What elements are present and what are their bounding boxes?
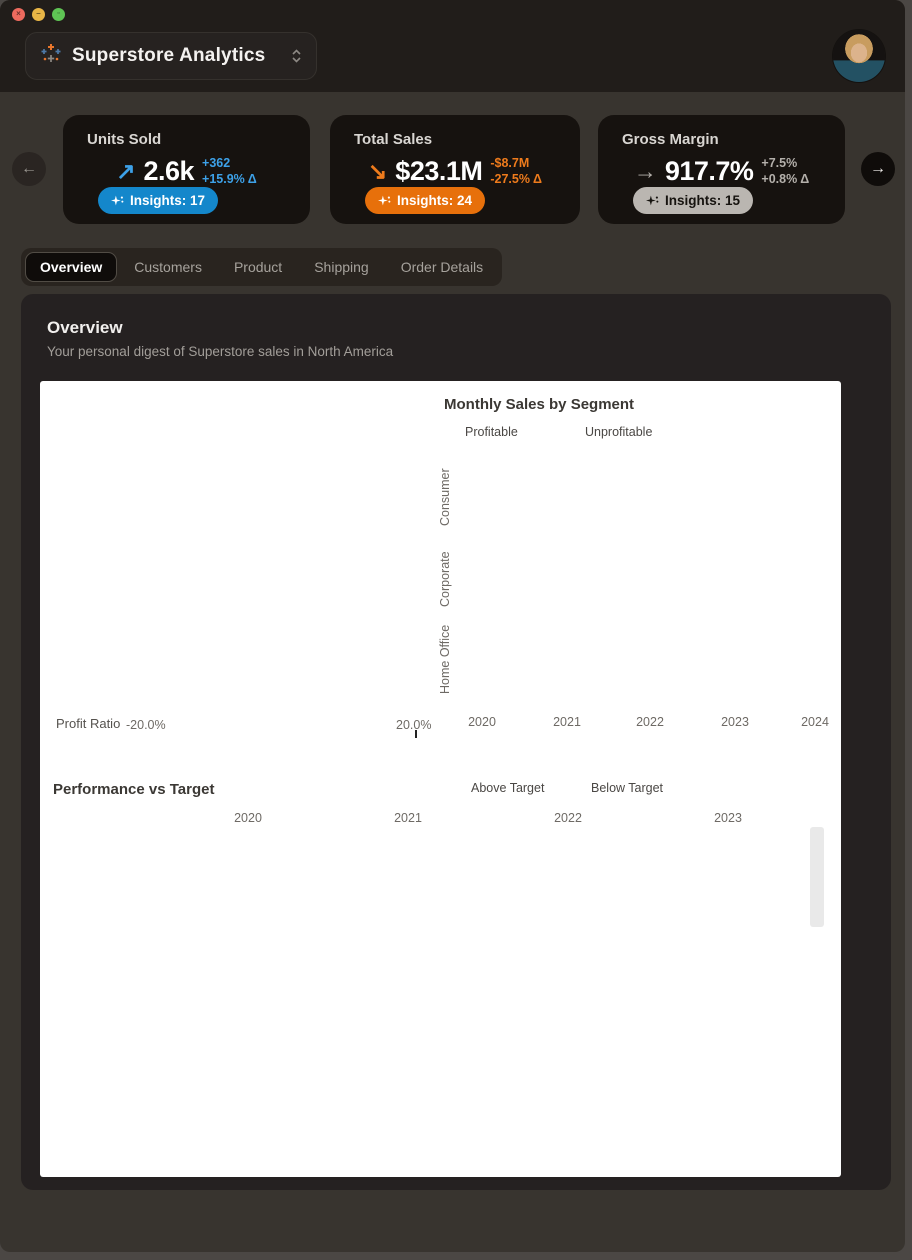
legend-label: Below Target [591,781,663,795]
below-target-swatch [570,781,584,795]
window-controls [12,8,65,21]
legend-unprofitable[interactable]: Unprofitable [564,425,652,439]
bullet-axis-labels [40,1147,841,1167]
chevron-updown-icon [291,48,302,64]
sparkle-icon [646,194,659,207]
x-tick-2024: 2024 [790,715,840,729]
x-tick-2023: 2023 [710,715,760,729]
color-gradient-bar[interactable] [173,715,392,733]
dashboard-canvas: Profit Ratio -20.0% 20.0% Monthly Sales … [40,381,841,1177]
bullet-chart-title: Performance vs Target [53,781,214,798]
legend-max-value: 20.0% [396,718,431,732]
legend-label: Profitable [465,425,518,439]
year-header-2021: 2021 [378,811,438,825]
profit-ratio-choropleth-map[interactable] [52,417,440,701]
insights-label: Insights: 15 [665,193,740,208]
kpi-delta-pct: -27.5% Δ [490,171,542,187]
tab-overview[interactable]: Overview [25,252,117,282]
sparkle-icon [378,194,391,207]
x-tick-2020: 2020 [457,715,507,729]
unprofitable-swatch [564,425,578,439]
avatar[interactable] [833,30,885,82]
above-target-swatch [450,781,464,795]
year-header-2022: 2022 [538,811,598,825]
kpi-title: Units Sold [87,131,161,148]
carousel-next-button[interactable]: → [861,152,895,186]
kpi-delta-pct: +0.8% Δ [761,171,809,187]
trend-down-icon: ↘ [368,160,387,183]
x-tick-2022: 2022 [625,715,675,729]
legend-above-target[interactable]: Above Target [450,781,544,795]
tableau-sparkle-logo-icon [40,43,62,70]
overview-panel: Overview Your personal digest of Superst… [21,294,891,1190]
kpi-value: 917.7% [665,156,754,187]
minimize-window-button[interactable] [32,8,45,21]
page-subtitle: Your personal digest of Superstore sales… [47,344,393,359]
kpi-card-gross-margin[interactable]: Gross Margin → 917.7% +7.5% +0.8% Δ Insi… [598,115,845,224]
row-label-home-office: Home Office [438,607,452,711]
kpi-card-units-sold[interactable]: Units Sold ↗ 2.6k +362 +15.9% Δ Insights… [63,115,310,224]
kpi-title: Gross Margin [622,131,719,148]
insights-badge[interactable]: Insights: 17 [98,187,218,214]
insights-label: Insights: 17 [130,193,205,208]
app-title: Superstore Analytics [72,45,265,67]
legend-label: Above Target [471,781,544,795]
tab-shipping[interactable]: Shipping [299,252,384,282]
vertical-scrollbar[interactable] [810,827,824,927]
year-header-2020: 2020 [218,811,278,825]
kpi-delta-abs: +362 [202,155,257,171]
kpi-card-total-sales[interactable]: Total Sales ↘ $23.1M -$8.7M -27.5% Δ Ins… [330,115,580,224]
titlebar: Superstore Analytics [0,0,905,92]
carousel-prev-button[interactable]: ← [12,152,46,186]
kpi-delta-pct: +15.9% Δ [202,171,257,187]
year-header-2023: 2023 [698,811,758,825]
tab-customers[interactable]: Customers [119,252,217,282]
app-window: Superstore Analytics ← → Units Sold ↗ 2.… [0,0,905,1252]
kpi-title: Total Sales [354,131,432,148]
legend-below-target[interactable]: Below Target [570,781,663,795]
kpi-value: $23.1M [395,156,482,187]
profit-ratio-legend: Profit Ratio -20.0% 20.0% [40,714,440,736]
sparkle-icon [111,194,124,207]
trend-up-icon: ↗ [116,160,135,183]
tab-bar: Overview Customers Product Shipping Orde… [21,248,502,286]
tab-order-details[interactable]: Order Details [386,252,498,282]
profit-ratio-legend-label: Profit Ratio [56,716,120,731]
zoom-window-button[interactable] [52,8,65,21]
legend-label: Unprofitable [585,425,652,439]
insights-badge[interactable]: Insights: 24 [365,187,485,214]
bullet-chart-grid[interactable] [40,830,841,1142]
kpi-value: 2.6k [143,156,194,187]
segment-chart-title: Monthly Sales by Segment [444,396,634,413]
tab-product[interactable]: Product [219,252,297,282]
close-window-button[interactable] [12,8,25,21]
legend-profitable[interactable]: Profitable [444,425,518,439]
kpi-delta-abs: +7.5% [761,155,809,171]
kpi-delta-abs: -$8.7M [490,155,542,171]
x-tick-2021: 2021 [542,715,592,729]
insights-badge[interactable]: Insights: 15 [633,187,753,214]
profitable-swatch [444,425,458,439]
legend-min-value: -20.0% [126,718,166,732]
insights-label: Insights: 24 [397,193,472,208]
workbook-switcher[interactable]: Superstore Analytics [25,32,317,80]
segment-area-chart[interactable] [477,439,841,705]
page-title: Overview [47,318,123,338]
trend-flat-icon: → [634,160,657,183]
